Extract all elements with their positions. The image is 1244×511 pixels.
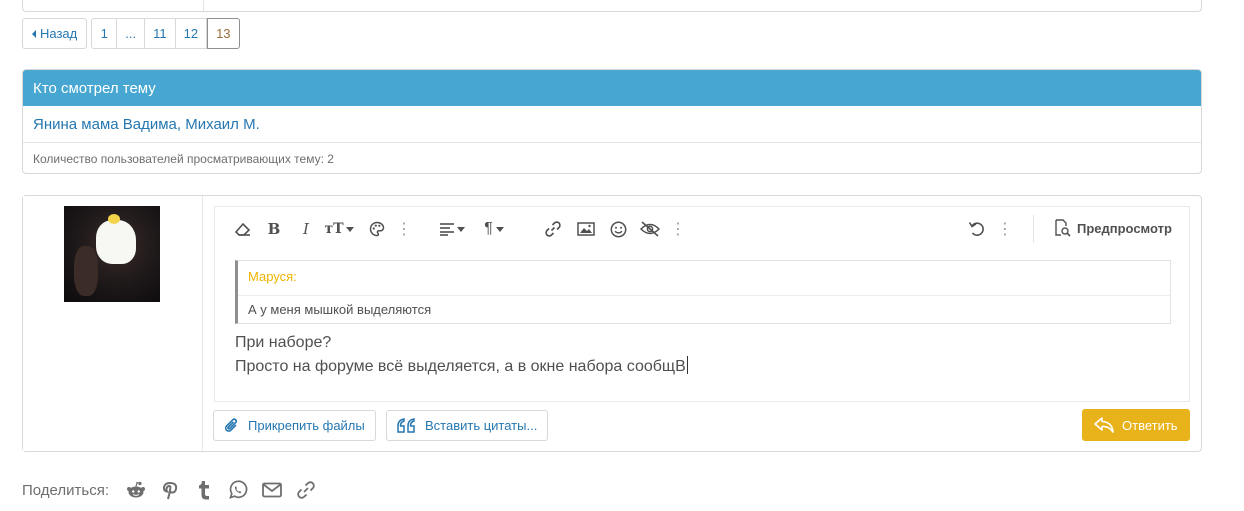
avatar-sticker [96,220,136,264]
pagination-page-1[interactable]: 1 [91,18,118,49]
reply-user-sidebar [23,196,203,451]
smiley-icon[interactable] [608,219,628,239]
avatar-sticker-accent [108,214,120,224]
attach-files-label: Прикрепить файлы [248,418,365,433]
caret-left-icon [32,29,36,38]
pagination-prev-label: Назад [40,26,78,41]
pagination: Назад 1 ... 11 12 13 [22,18,240,49]
text-caret [686,356,688,374]
image-icon[interactable] [576,219,596,239]
message-editor[interactable]: B I тT ⋮ ¶ ⋮ ⋮ Предпросмотр Маруся: А у … [214,206,1190,402]
spoiler-hide-icon[interactable] [638,219,662,239]
quote-block[interactable]: Маруся: А у меня мышкой выделяются [235,260,1171,324]
toolbar-separator [1033,215,1034,243]
preview-label: Предпросмотр [1077,220,1172,236]
pinterest-icon[interactable] [159,479,181,501]
italic-icon[interactable]: I [297,219,315,239]
editor-toolbar: B I тT ⋮ ¶ ⋮ ⋮ Предпросмотр [215,207,1189,251]
reply-arrow-icon [1094,417,1114,433]
reddit-icon[interactable] [125,479,147,501]
more-insert-options-icon[interactable]: ⋮ [670,219,686,239]
paperclip-icon [224,417,237,432]
insert-quotes-label: Вставить цитаты... [425,418,538,433]
tumblr-icon[interactable] [193,479,215,501]
quick-reply-block: B I тT ⋮ ¶ ⋮ ⋮ Предпросмотр Маруся: А у … [22,195,1202,452]
copy-link-icon[interactable] [295,479,317,501]
link-icon[interactable] [543,219,563,239]
quote-divider [238,295,1170,296]
undo-icon[interactable] [967,219,987,239]
email-icon[interactable] [261,479,283,501]
pagination-ellipsis[interactable]: ... [117,18,146,49]
reply-label: Ответить [1122,417,1178,433]
attach-files-button[interactable]: Прикрепить файлы [213,410,376,441]
share-label: Поделиться: [22,481,109,499]
align-icon[interactable] [437,219,467,239]
avatar-photo-shape [74,246,98,296]
previous-post-block [22,0,1202,12]
clear-formatting-icon[interactable] [233,219,253,239]
reply-button[interactable]: Ответить [1082,409,1190,441]
color-palette-icon[interactable] [367,219,387,239]
more-history-options-icon[interactable]: ⋮ [997,219,1013,239]
preview-button[interactable]: Предпросмотр [1053,219,1172,237]
pagination-page-11[interactable]: 11 [145,18,176,49]
pagination-page-12[interactable]: 12 [175,18,208,49]
editor-line-2-text: Просто на форуме всё выделяется, а в окн… [235,358,686,375]
pagination-page-current[interactable]: 13 [207,18,240,49]
avatar[interactable] [64,206,160,302]
insert-quotes-button[interactable]: Вставить цитаты... [386,410,549,441]
thread-viewers-list[interactable]: Янина мама Вадима, Михаил М. [23,106,1201,143]
previous-post-divider [203,0,204,11]
share-bar: Поделиться: [22,479,323,501]
quote-icon [397,417,415,433]
editor-line-2: Просто на форуме всё выделяется, а в окн… [235,355,688,379]
thread-viewers-count: Количество пользователей просматривающих… [33,151,334,166]
editor-body[interactable]: При наборе? Просто на форуме всё выделяе… [235,331,688,379]
preview-search-icon [1055,219,1071,237]
more-options-icon[interactable]: ⋮ [396,219,412,239]
text-size-icon[interactable]: тT [322,219,356,239]
bold-icon[interactable]: B [265,219,283,239]
quote-text: А у меня мышкой выделяются [248,302,432,317]
thread-viewers-title: Кто смотрел тему [23,70,1201,106]
thread-viewers-block: Кто смотрел тему Янина мама Вадима, Миха… [22,69,1202,174]
editor-line-1: При наборе? [235,334,332,351]
whatsapp-icon[interactable] [227,479,249,501]
quote-author[interactable]: Маруся: [248,269,297,284]
paragraph-icon[interactable]: ¶ [479,219,509,239]
pagination-prev-button[interactable]: Назад [22,18,88,49]
